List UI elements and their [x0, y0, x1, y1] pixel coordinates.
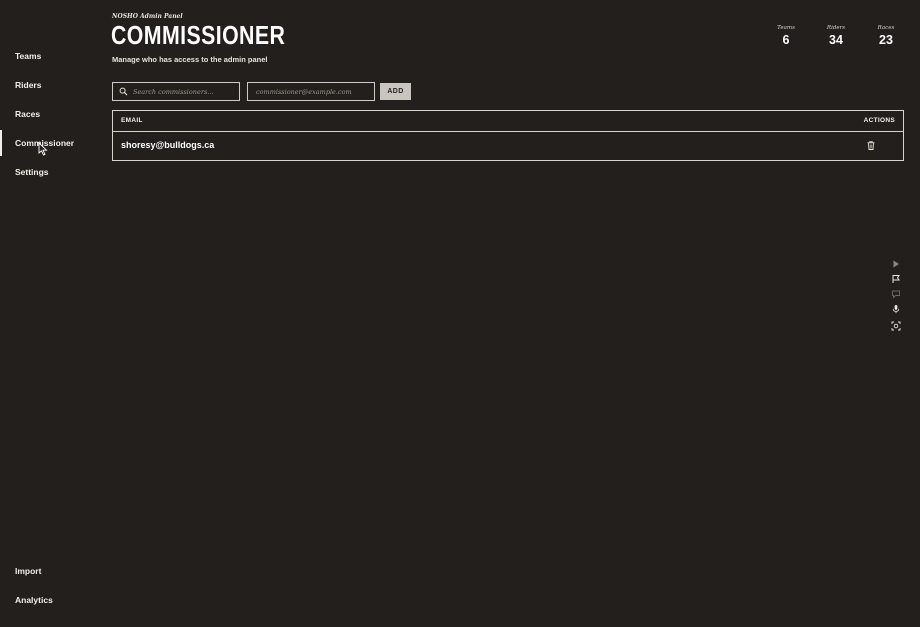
commissioners-table: EMAIL ACTIONS shoresy@bulldogs.ca — [112, 110, 904, 161]
stat-value: 23 — [879, 33, 893, 47]
search-icon — [119, 87, 128, 96]
stat-teams: Teams 6 — [766, 25, 806, 47]
flag-icon[interactable] — [891, 274, 901, 284]
row-email: shoresy@bulldogs.ca — [121, 140, 215, 150]
column-header-email: EMAIL — [121, 117, 143, 124]
panel-eyebrow: NOSHO Admin Panel — [112, 13, 183, 20]
search-box — [112, 82, 240, 101]
page-title: COMMISSIONER — [111, 20, 286, 50]
sidebar-item-teams[interactable]: Teams — [0, 43, 100, 69]
trash-icon[interactable] — [867, 141, 875, 150]
mouse-cursor-icon — [38, 142, 48, 156]
page-subtitle: Manage who has access to the admin panel — [112, 55, 268, 64]
play-icon[interactable] — [891, 259, 901, 269]
email-input[interactable] — [256, 83, 372, 100]
add-button[interactable]: ADD — [380, 83, 411, 100]
sidebar-item-analytics[interactable]: Analytics — [0, 587, 100, 613]
column-header-actions: ACTIONS — [863, 117, 895, 124]
table-row: shoresy@bulldogs.ca — [113, 132, 903, 160]
stat-value: 6 — [782, 33, 790, 47]
search-input[interactable] — [133, 83, 237, 100]
email-box — [247, 82, 375, 101]
sidebar-item-settings[interactable]: Settings — [0, 159, 100, 185]
stat-value: 34 — [829, 33, 843, 47]
comment-icon[interactable] — [891, 289, 901, 299]
stat-label: Races — [877, 25, 895, 31]
table-header: EMAIL ACTIONS — [113, 111, 903, 132]
screenshot-icon[interactable] — [891, 321, 901, 331]
sidebar-item-import[interactable]: Import — [0, 558, 100, 584]
stat-riders: Riders 34 — [816, 25, 856, 47]
sidebar-item-commissioner[interactable]: Commissioner — [0, 130, 100, 156]
stat-label: Teams — [777, 25, 795, 31]
sidebar-item-races[interactable]: Races — [0, 101, 100, 127]
stat-label: Riders — [826, 25, 846, 31]
microphone-icon[interactable] — [891, 304, 901, 314]
stat-races: Races 23 — [866, 25, 906, 47]
sidebar-item-riders[interactable]: Riders — [0, 72, 100, 98]
